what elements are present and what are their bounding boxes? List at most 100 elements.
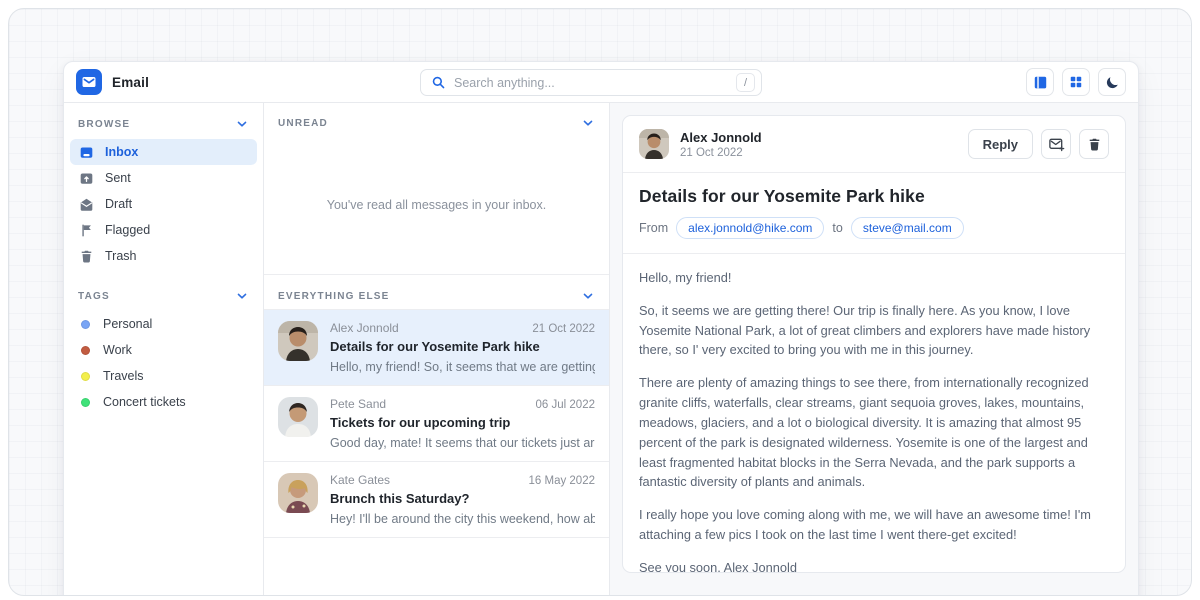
flag-icon [79, 223, 94, 238]
mail-item-sender: Pete Sand [330, 397, 386, 411]
mail-detail-pane: Alex Jonnold 21 Oct 2022 Reply [610, 103, 1138, 596]
trash-icon [1087, 137, 1102, 152]
mail-item-subject: Tickets for our upcoming trip [330, 415, 595, 430]
everything-else-collapse-chevron-icon[interactable] [581, 289, 595, 303]
body-paragraph: So, it seems we are getting there! Our t… [639, 301, 1109, 360]
mail-item-body: Alex Jonnold 21 Oct 2022 Details for our… [330, 321, 595, 374]
forward-email-button[interactable] [1041, 129, 1071, 159]
tags-collapse-chevron-icon[interactable] [235, 289, 249, 303]
envelope-plus-icon [1048, 136, 1065, 153]
detail-body: Hello, my friend! So, it seems we are ge… [623, 254, 1125, 573]
tag-color-dot [81, 320, 90, 329]
detail-subject: Details for our Yosemite Park hike [639, 186, 1109, 207]
apps-grid-icon [1069, 75, 1083, 89]
sidebar-item-label: Flagged [105, 223, 150, 237]
tag-item-work[interactable]: Work [70, 337, 257, 363]
detail-header: Alex Jonnold 21 Oct 2022 Reply [623, 116, 1125, 172]
from-label: From [639, 221, 668, 235]
everything-else-section-header: EVERYTHING ELSE [264, 274, 609, 309]
sidebar-item-label: Draft [105, 197, 132, 211]
tags-label: TAGS [78, 291, 110, 302]
apps-button[interactable] [1062, 68, 1090, 96]
detail-from-row: From alex.jonnold@hike.com to steve@mail… [639, 217, 1109, 239]
sidebar-item-trash[interactable]: Trash [70, 243, 257, 269]
sidebar-item-draft[interactable]: Draft [70, 191, 257, 217]
mail-list-item-pete[interactable]: Pete Sand 06 Jul 2022 Tickets for our up… [264, 386, 609, 462]
book-button[interactable] [1026, 68, 1054, 96]
tag-color-dot [81, 372, 90, 381]
draft-icon [79, 197, 94, 212]
sidebar-item-flagged[interactable]: Flagged [70, 217, 257, 243]
mail-list-item-alex[interactable]: Alex Jonnold 21 Oct 2022 Details for our… [264, 309, 609, 386]
browse-section-header: BROWSE [70, 115, 257, 139]
search-shortcut-badge: / [736, 73, 755, 92]
trash-icon [79, 249, 94, 264]
mail-item-subject: Brunch this Saturday? [330, 491, 595, 506]
book-icon [1033, 75, 1048, 90]
body-paragraph: Hello, my friend! [639, 268, 1109, 288]
dark-mode-toggle[interactable] [1098, 68, 1126, 96]
sidebar-item-label: Sent [105, 171, 131, 185]
mail-item-sender: Alex Jonnold [330, 321, 399, 335]
unread-section-header: UNREAD [264, 103, 609, 136]
email-app-window: Email / [63, 61, 1139, 596]
delete-email-button[interactable] [1079, 129, 1109, 159]
tag-label: Personal [103, 317, 152, 331]
tag-item-concert-tickets[interactable]: Concert tickets [70, 389, 257, 415]
tag-color-dot [81, 398, 90, 407]
mail-list-pane: UNREAD You've read all messages in your … [264, 103, 610, 596]
tag-item-travels[interactable]: Travels [70, 363, 257, 389]
mail-item-snippet: Good day, mate! It seems that our ticket… [330, 436, 595, 450]
from-email-chip[interactable]: alex.jonnold@hike.com [676, 217, 824, 239]
sidebar-item-label: Inbox [105, 145, 138, 159]
avatar [278, 321, 318, 361]
detail-sender-block: Alex Jonnold 21 Oct 2022 [680, 130, 762, 159]
tag-item-personal[interactable]: Personal [70, 311, 257, 337]
sidebar-item-inbox[interactable]: Inbox [70, 139, 257, 165]
detail-actions: Reply [968, 129, 1109, 159]
envelope-icon [81, 74, 97, 90]
sidebar-item-label: Trash [105, 249, 137, 263]
mail-item-body: Pete Sand 06 Jul 2022 Tickets for our up… [330, 397, 595, 450]
mail-list-item-kate[interactable]: Kate Gates 16 May 2022 Brunch this Satur… [264, 462, 609, 538]
everything-else-label: EVERYTHING ELSE [278, 291, 390, 302]
mail-item-sender: Kate Gates [330, 473, 390, 487]
detail-sender-name: Alex Jonnold [680, 130, 762, 145]
avatar [639, 129, 669, 159]
tag-label: Travels [103, 369, 144, 383]
dark-mode-moon-icon [1105, 75, 1120, 90]
page-frame: Email / [8, 8, 1192, 596]
tag-color-dot [81, 346, 90, 355]
avatar [278, 397, 318, 437]
mail-item-body: Kate Gates 16 May 2022 Brunch this Satur… [330, 473, 595, 526]
body-paragraph: There are plenty of amazing things to se… [639, 373, 1109, 492]
top-bar: Email / [64, 62, 1138, 103]
sidebar-item-sent[interactable]: Sent [70, 165, 257, 191]
search-input[interactable] [454, 76, 736, 90]
mail-item-date: 06 Jul 2022 [536, 399, 595, 411]
mail-item-date: 21 Oct 2022 [532, 323, 595, 335]
sidebar: BROWSE Inbox Sent [64, 103, 264, 596]
inbox-icon [79, 145, 94, 160]
search-icon [431, 75, 446, 90]
tag-label: Work [103, 343, 132, 357]
sent-icon [79, 171, 94, 186]
browse-label: BROWSE [78, 119, 130, 130]
to-email-chip[interactable]: steve@mail.com [851, 217, 964, 239]
mail-item-snippet: Hey! I'll be around the city this weeken… [330, 512, 595, 526]
avatar [278, 473, 318, 513]
tag-label: Concert tickets [103, 395, 186, 409]
topbar-actions [1026, 68, 1126, 96]
reply-button[interactable]: Reply [968, 129, 1033, 159]
unread-collapse-chevron-icon[interactable] [581, 116, 595, 130]
mail-item-snippet: Hello, my friend! So, it seems that we a… [330, 360, 595, 374]
unread-empty-message: You've read all messages in your inbox. [264, 136, 609, 274]
mail-item-date: 16 May 2022 [529, 475, 596, 487]
mail-item-subject: Details for our Yosemite Park hike [330, 339, 595, 354]
detail-subject-block: Details for our Yosemite Park hike From … [623, 173, 1125, 253]
browse-collapse-chevron-icon[interactable] [235, 117, 249, 131]
search-bar[interactable]: / [420, 69, 762, 96]
detail-date: 21 Oct 2022 [680, 147, 762, 159]
body-paragraph: I really hope you love coming along with… [639, 505, 1109, 545]
unread-label: UNREAD [278, 118, 328, 129]
